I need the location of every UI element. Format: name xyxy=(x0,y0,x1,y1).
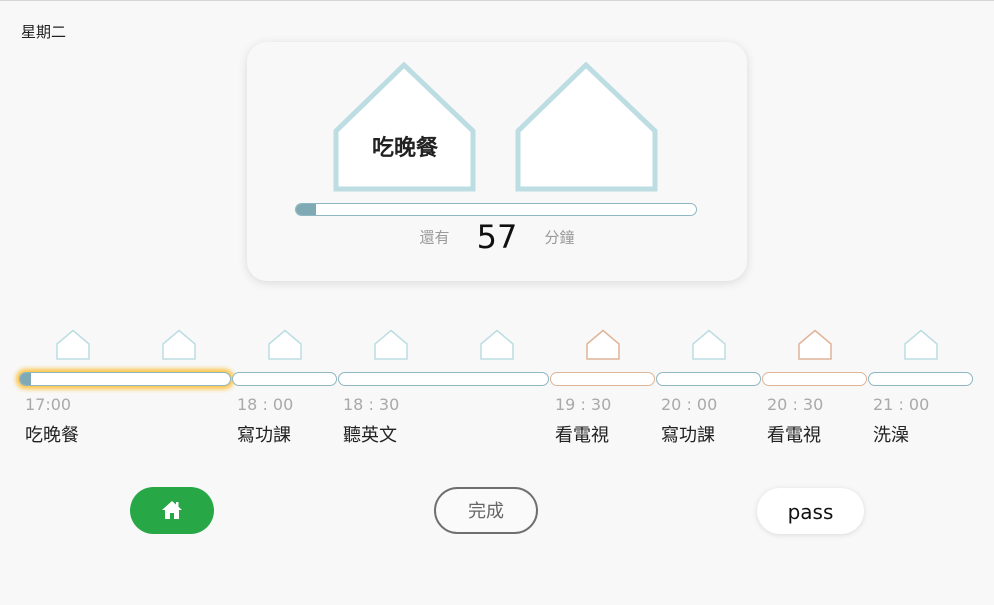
timeline-house-icon xyxy=(56,329,90,360)
timeline-activity-name: 看電視 xyxy=(555,425,609,446)
home-icon xyxy=(162,501,182,519)
timeline-house-icon xyxy=(586,329,620,360)
done-button[interactable]: 完成 xyxy=(434,487,538,534)
timeline-bar[interactable] xyxy=(232,372,337,386)
timeline-bar-fill xyxy=(20,373,31,385)
timeline-time: 20 : 30 xyxy=(767,395,824,414)
schedule-timeline: 17:00 吃晚餐 18 : 00 寫功課 18 : 30 聽英文 19 : 30 看電視 20… xyxy=(0,1,994,461)
house-icon xyxy=(692,329,726,360)
timeline-bar[interactable] xyxy=(19,372,231,386)
timeline-activity-name: 寫功課 xyxy=(237,425,291,446)
timeline-bar[interactable] xyxy=(550,372,655,386)
house-icon xyxy=(904,329,938,360)
timeline-time: 20 : 00 xyxy=(661,395,718,414)
house-icon xyxy=(56,329,90,360)
house-icon xyxy=(586,329,620,360)
timeline-time: 18 : 30 xyxy=(343,395,400,414)
timeline-house-icon xyxy=(268,329,302,360)
timeline-bar[interactable] xyxy=(868,372,973,386)
timeline-bar[interactable] xyxy=(762,372,867,386)
house-icon xyxy=(162,329,196,360)
timeline-activity-name: 看電視 xyxy=(767,425,821,446)
timeline-time: 18 : 00 xyxy=(237,395,294,414)
timeline-activity-name: 聽英文 xyxy=(343,425,397,446)
timeline-time: 19 : 30 xyxy=(555,395,612,414)
house-icon xyxy=(798,329,832,360)
timeline-house-icon xyxy=(904,329,938,360)
house-icon xyxy=(374,329,408,360)
timeline-house-icon xyxy=(162,329,196,360)
timeline-activity-name: 吃晚餐 xyxy=(25,425,79,446)
timeline-activity-name: 洗澡 xyxy=(873,425,909,446)
home-button[interactable] xyxy=(130,487,214,534)
timeline-house-icon xyxy=(480,329,514,360)
house-icon xyxy=(480,329,514,360)
timeline-time: 21 : 00 xyxy=(873,395,930,414)
timeline-time: 17:00 xyxy=(25,395,72,414)
timeline-bar[interactable] xyxy=(656,372,761,386)
timeline-house-icon xyxy=(374,329,408,360)
timeline-activity-name: 寫功課 xyxy=(661,425,715,446)
timeline-bar[interactable] xyxy=(338,372,549,386)
timeline-house-icon xyxy=(798,329,832,360)
pass-button[interactable]: pass xyxy=(757,488,864,534)
timeline-house-icon xyxy=(692,329,726,360)
house-icon xyxy=(268,329,302,360)
